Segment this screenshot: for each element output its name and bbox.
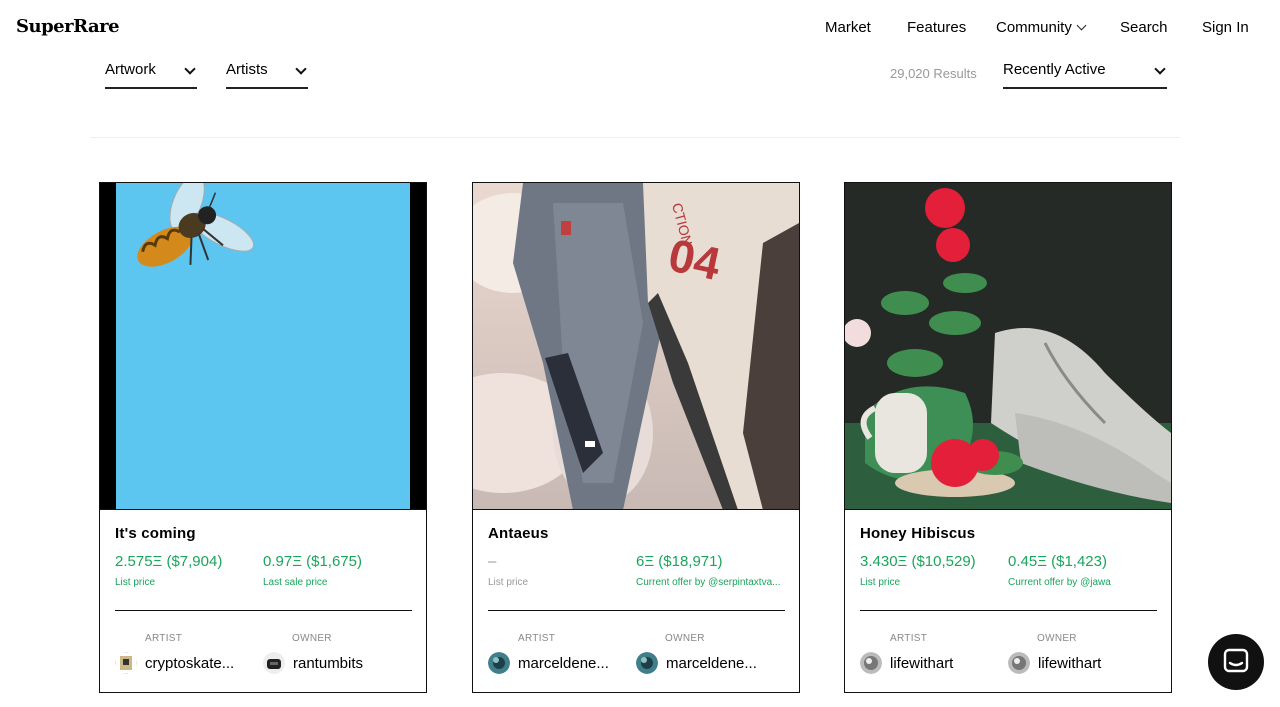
secondary-price: 0.45Ξ ($1,423): [1008, 553, 1107, 570]
artwork-filter-label: Artwork: [105, 61, 156, 78]
owner-link[interactable]: lifewithart: [1008, 651, 1101, 675]
secondary-price-label: Current offer by @jawa: [1008, 577, 1111, 588]
chevron-down-icon: [184, 63, 196, 75]
artwork-filter-dropdown[interactable]: Artwork: [105, 60, 197, 89]
artwork-card[interactable]: Honey Hibiscus 3.430Ξ ($10,529) List pri…: [844, 182, 1172, 693]
avatar: [860, 652, 882, 674]
artwork-card[interactable]: 04 CTION Antaeus – List price 6Ξ ($18,97…: [472, 182, 800, 693]
avatar: [488, 652, 510, 674]
nav-sign-in[interactable]: Sign In: [1202, 19, 1249, 36]
chat-button[interactable]: [1208, 634, 1264, 690]
list-price: 3.430Ξ ($10,529): [860, 553, 976, 570]
secondary-price: 6Ξ ($18,971): [636, 553, 723, 570]
artwork-title[interactable]: Honey Hibiscus: [860, 525, 975, 542]
artwork-card[interactable]: It's coming 2.575Ξ ($7,904) List price 0…: [99, 182, 427, 693]
list-price-label: List price: [860, 577, 901, 588]
list-price: –: [488, 553, 497, 570]
artists-filter-label: Artists: [226, 61, 268, 78]
artist-username: marceldene...: [518, 654, 609, 672]
artwork-title[interactable]: It's coming: [115, 525, 196, 542]
artist-username: lifewithart: [890, 654, 954, 672]
avatar: [115, 652, 137, 674]
artist-link[interactable]: cryptoskate...: [115, 651, 234, 675]
owner-link[interactable]: rantumbits: [263, 651, 363, 675]
avatar: [263, 652, 285, 674]
list-price: 2.575Ξ ($7,904): [115, 553, 223, 570]
artwork-image[interactable]: [100, 183, 426, 510]
sort-label: Recently Active: [1003, 61, 1106, 78]
results-count: 29,020 Results: [890, 66, 977, 81]
secondary-price-label: Last sale price: [263, 577, 328, 588]
nav-market[interactable]: Market: [825, 19, 871, 36]
artwork-image[interactable]: [845, 183, 1171, 510]
chevron-down-icon: [295, 63, 307, 75]
list-price-label: List price: [115, 577, 156, 588]
owner-username: rantumbits: [293, 654, 364, 672]
nav-community[interactable]: Community: [996, 19, 1087, 36]
top-header: SuperRare Market Features Community Sear…: [0, 0, 1280, 56]
secondary-price-label: Current offer by @serpintaxtva...: [636, 577, 781, 588]
owner-role-label: OWNER: [1037, 633, 1077, 644]
chevron-down-icon: [1076, 20, 1087, 31]
nav-community-label: Community: [996, 19, 1072, 36]
owner-username: marceldene...: [666, 654, 757, 672]
chat-bubble-icon: [1223, 648, 1249, 673]
list-price-label: List price: [488, 577, 529, 588]
artwork-image[interactable]: 04 CTION: [473, 183, 799, 510]
avatar: [1008, 652, 1030, 674]
card-divider: [488, 610, 785, 611]
nav-features[interactable]: Features: [907, 19, 966, 36]
nav-search[interactable]: Search: [1120, 19, 1168, 36]
owner-role-label: OWNER: [665, 633, 705, 644]
artist-link[interactable]: marceldene...: [488, 651, 609, 675]
avatar: [636, 652, 658, 674]
artist-role-label: ARTIST: [518, 633, 556, 644]
owner-username: lifewithart: [1038, 654, 1102, 672]
artists-filter-dropdown[interactable]: Artists: [226, 60, 308, 89]
section-divider: [90, 137, 1180, 138]
artist-role-label: ARTIST: [145, 633, 183, 644]
card-divider: [115, 610, 412, 611]
sort-dropdown[interactable]: Recently Active: [1003, 60, 1167, 89]
artwork-title[interactable]: Antaeus: [488, 525, 549, 542]
card-divider: [860, 610, 1157, 611]
owner-role-label: OWNER: [292, 633, 332, 644]
artist-link[interactable]: lifewithart: [860, 651, 953, 675]
artist-username: cryptoskate...: [145, 654, 235, 672]
secondary-price: 0.97Ξ ($1,675): [263, 553, 362, 570]
superrare-logo[interactable]: SuperRare: [16, 16, 120, 37]
artist-role-label: ARTIST: [890, 633, 928, 644]
chevron-down-icon: [1154, 63, 1166, 75]
owner-link[interactable]: marceldene...: [636, 651, 757, 675]
